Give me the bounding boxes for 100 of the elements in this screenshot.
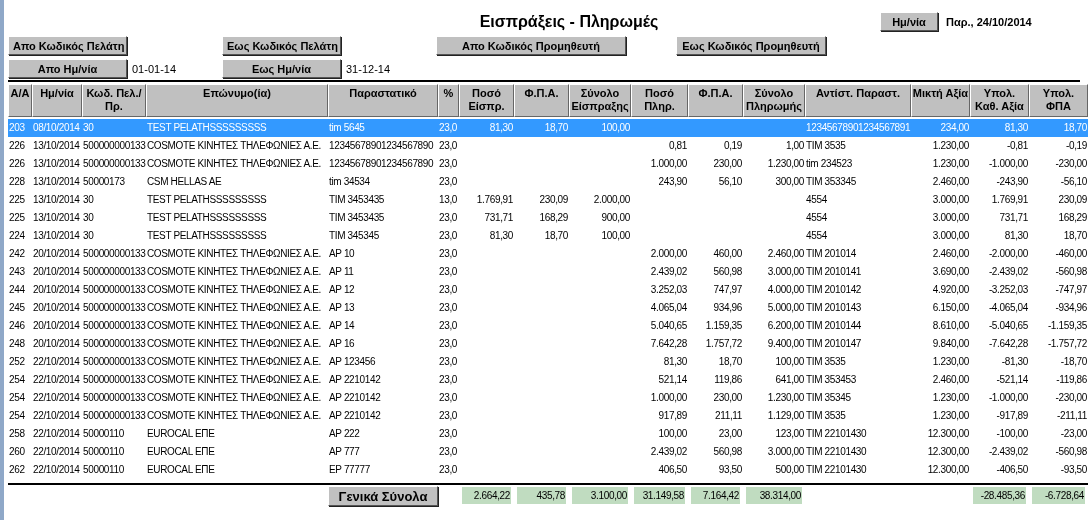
table-cell-text: -0,81: [1005, 139, 1029, 153]
table-cell-text: 56,10: [717, 175, 743, 189]
column-header[interactable]: Φ.Π.Α.: [688, 84, 743, 117]
column-header[interactable]: Ποσό Είσπρ.: [459, 84, 514, 117]
table-cell-text: 1.769,91: [475, 193, 514, 207]
total-value: 3.100,00: [572, 487, 628, 504]
table-cell-text: 226: [8, 139, 26, 153]
filter-button[interactable]: Απο Κωδικός Πελάτη: [8, 36, 127, 55]
table-cell-text: 248: [8, 337, 26, 351]
table-row[interactable]: 245 20/10/2014 500000000133COSMOTE ΚΙΝΗΤΕΣ ΤΗΛΕΦΩΝΙΕΣ Α.Ε. AP 13 23,0 4.065,04 934,96 5.000,00 TIM 2010143 6.150,00 -4.065,04 -934,96: [8, 299, 1088, 317]
table-cell-text: 731,71: [998, 211, 1029, 225]
table-cell-text: TIM 353453: [805, 373, 857, 387]
date-filter-button[interactable]: Απο Ημ/νία: [8, 59, 127, 78]
table-cell-text: 560,98: [712, 265, 743, 279]
table-cell-text: COSMOTE ΚΙΝΗΤΕΣ ΤΗΛΕΦΩΝΙΕΣ Α.Ε.: [146, 373, 323, 387]
table-cell-text: 3.000,00: [931, 193, 970, 207]
table-cell-text: TIM 2010141: [805, 265, 863, 279]
table-row[interactable]: 254 22/10/2014 500000000133COSMOTE ΚΙΝΗΤΕΣ ΤΗΛΕΦΩΝΙΕΣ Α.Ε. AP 2210142 23,0 1.000,00 230,00 1.230,00 TIM 35345 1.230,00 -1.000,00 -230,00: [8, 389, 1088, 407]
filter-button[interactable]: Εως Κωδικός Πελάτη: [222, 36, 341, 55]
table-cell-text: 243: [8, 265, 26, 279]
column-header[interactable]: Φ.Π.Α.: [514, 84, 569, 117]
column-header[interactable]: Ποσό Πληρ.: [631, 84, 688, 117]
table-row[interactable]: 258 22/10/2014 50000110 EUROCAL ΕΠΕ AP 222 23,0 100,00 23,00 123,00 TIM 22101430 12.300,00 -100,00 -23,00: [8, 425, 1088, 443]
table-row[interactable]: 242 20/10/2014 500000000133COSMOTE ΚΙΝΗΤΕΣ ΤΗΛΕΦΩΝΙΕΣ Α.Ε. AP 10 23,0 2.000,00 460,00 2.460,00 TIM 201014 2.460,00 -2.000,00 -460,00: [8, 245, 1088, 263]
table-cell-text: 50000110: [82, 445, 125, 459]
column-header[interactable]: Σύνολο Είσπραξης: [569, 84, 631, 117]
table-cell-text: -2.439,02: [987, 265, 1029, 279]
table-cell-text: tim 5645: [328, 121, 366, 135]
column-header[interactable]: Αντίστ. Παραστ.: [805, 84, 911, 117]
table-cell-text: 100,00: [600, 229, 631, 243]
table-cell-text: 2.460,00: [931, 247, 970, 261]
table-cell-text: AP 777: [328, 445, 361, 459]
table-row[interactable]: 262 22/10/2014 50000110 EUROCAL ΕΠΕ EP 77777 23,0 406,50 93,50 500,00 TIM 22101430 12.300,00 -406,50 -93,50: [8, 461, 1088, 479]
table-cell-text: -7.642,28: [987, 337, 1029, 351]
column-header[interactable]: Υπολ. ΦΠΑ: [1029, 84, 1088, 117]
table-row[interactable]: 246 20/10/2014 500000000133COSMOTE ΚΙΝΗΤΕΣ ΤΗΛΕΦΩΝΙΕΣ Α.Ε. AP 14 23,0 5.040,65 1.159,35 6.200,00 TIM 2010144 8.610,00 -5.040,65 -1.159,35: [8, 317, 1088, 335]
table-row[interactable]: 225 13/10/2014 30 TEST PELATHSSSSSSSSS TIM 3453435 23,0 731,71 168,29 900,00 4554 3.000,00 731,71 168,29: [8, 209, 1088, 227]
filter-button[interactable]: Εως Κωδικός Προμηθευτή: [676, 36, 826, 55]
table-cell-text: 18,70: [1062, 121, 1088, 135]
table-cell-text: TIM 3535: [805, 355, 847, 369]
column-header[interactable]: %: [438, 84, 459, 117]
table-cell-text: 30: [82, 121, 95, 135]
table-cell-text: TIM 353345: [805, 175, 857, 189]
column-header[interactable]: Παραστατικό: [328, 84, 438, 117]
table-cell-text: 23,0: [438, 139, 459, 153]
table-cell-text: TIM 3453435: [328, 193, 386, 207]
filter-button[interactable]: Απο Κωδικός Προμηθευτή: [436, 36, 626, 55]
table-cell-text: 4.065,04: [649, 301, 688, 315]
table-row[interactable]: 254 22/10/2014 500000000133COSMOTE ΚΙΝΗΤΕΣ ΤΗΛΕΦΩΝΙΕΣ Α.Ε. AP 2210142 23,0 917,89 211,11 1.129,00 TIM 3535 1.230,00 -917,89 -211,11: [8, 407, 1088, 425]
total-value: 2.664,22: [462, 487, 511, 504]
table-cell-text: 13/10/2014: [32, 157, 81, 171]
table-row[interactable]: 260 22/10/2014 50000110 EUROCAL ΕΠΕ AP 777 23,0 2.439,02 560,98 3.000,00 TIM 22101430 12.300,00 -2.439,02 -560,98: [8, 443, 1088, 461]
table-row[interactable]: 248 20/10/2014 500000000133COSMOTE ΚΙΝΗΤΕΣ ΤΗΛΕΦΩΝΙΕΣ Α.Ε. AP 16 23,0 7.642,28 1.757,72 9.400,00 TIM 2010147 9.840,00 -7.642,28 -1.757,72: [8, 335, 1088, 353]
table-cell-text: 6.150,00: [931, 301, 970, 315]
column-header[interactable]: Υπολ. Καθ. Αξία: [970, 84, 1029, 117]
table-cell-text: 1.230,00: [931, 157, 970, 171]
totals-button[interactable]: Γενικά Σύνολα: [328, 486, 438, 506]
table-row[interactable]: 252 22/10/2014 500000000133COSMOTE ΚΙΝΗΤΕΣ ΤΗΛΕΦΩΝΙΕΣ Α.Ε. AP 123456 23,0 81,30 18,70 100,00 TIM 3535 1.230,00 -81,30 -18,70: [8, 353, 1088, 371]
table-cell-text: 12.300,00: [926, 463, 970, 477]
table-cell-text: 23,0: [438, 427, 459, 441]
column-header[interactable]: Σύνολο Πληρωμής: [743, 84, 805, 117]
date-filter-button[interactable]: Εως Ημ/νία: [222, 59, 341, 78]
column-header[interactable]: Ημ/νία: [32, 84, 82, 117]
table-cell-text: AP 11: [328, 265, 355, 279]
table-row[interactable]: 254 22/10/2014 500000000133COSMOTE ΚΙΝΗΤΕΣ ΤΗΛΕΦΩΝΙΕΣ Α.Ε. AP 2210142 23,0 521,14 119,86 641,00 TIM 353453 2.460,00 -521,14 -119,86: [8, 371, 1088, 389]
date-button[interactable]: Ημ/νία: [880, 12, 938, 31]
table-row[interactable]: 226 13/10/2014 500000000133COSMOTE ΚΙΝΗΤΕΣ ΤΗΛΕΦΩΝΙΕΣ Α.Ε. 12345678901234567890 23,0 0,81 0,19 1,00 TIM 3535 1.230,00 -0,81 -0,19: [8, 137, 1088, 155]
table-row[interactable]: 243 20/10/2014 500000000133COSMOTE ΚΙΝΗΤΕΣ ΤΗΛΕΦΩΝΙΕΣ Α.Ε. AP 11 23,0 2.439,02 560,98 3.000,00 TIM 2010141 3.690,00 -2.439,02 -560,98: [8, 263, 1088, 281]
column-header[interactable]: Α/Α: [8, 84, 32, 117]
table-cell-text: 230,00: [712, 157, 743, 171]
column-header[interactable]: Κωδ. Πελ./Πρ.: [82, 84, 146, 117]
table-cell-text: -747,97: [1054, 283, 1088, 297]
table-row[interactable]: 228 13/10/2014 50000173 CSM HELLAS AE tim 34534 23,0 243,90 56,10 300,00 TIM 353345 2.460,00 -243,90 -56,10: [8, 173, 1088, 191]
table-cell-text: 18,70: [543, 121, 569, 135]
table-cell-text: COSMOTE ΚΙΝΗΤΕΣ ΤΗΛΕΦΩΝΙΕΣ Α.Ε.: [146, 247, 323, 261]
table-row[interactable]: 244 20/10/2014 500000000133COSMOTE ΚΙΝΗΤΕΣ ΤΗΛΕΦΩΝΙΕΣ Α.Ε. AP 12 23,0 3.252,03 747,97 4.000,00 TIM 2010142 4.920,00 -3.252,03 -747,97: [8, 281, 1088, 299]
table-cell-text: 123,00: [774, 427, 805, 441]
table-cell-text: 2.000,00: [592, 193, 631, 207]
table-row[interactable]: 224 13/10/2014 30 TEST PELATHSSSSSSSSS TIM 345345 23,0 81,30 18,70 100,00 4554 3.000,00 81,30 18,70: [8, 227, 1088, 245]
table-cell-text: 5.040,65: [649, 319, 688, 333]
table-cell-text: CSM HELLAS AE: [146, 175, 223, 189]
table-cell-text: TIM 22101430: [805, 427, 868, 441]
table-cell-text: 168,29: [538, 211, 569, 225]
table-cell-text: AP 222: [328, 427, 361, 441]
table-cell-text: 08/10/2014: [32, 121, 81, 135]
table-cell-text: -18,70: [1059, 355, 1088, 369]
table-cell-text: 1.230,00: [931, 409, 970, 423]
column-header[interactable]: Επώνυμο(ία): [146, 84, 328, 117]
table-row[interactable]: 225 13/10/2014 30 TEST PELATHSSSSSSSSS TIM 3453435 13,0 1.769,91 230,09 2.000,00 4554 3.000,00 1.769,91 230,09: [8, 191, 1088, 209]
table-cell-text: -1.000,00: [987, 391, 1029, 405]
table-cell-text: -1.757,72: [1046, 337, 1088, 351]
table-cell-text: 23,0: [438, 337, 459, 351]
table-cell-text: 500000000133: [82, 373, 146, 387]
table-cell-text: AP 12: [328, 283, 356, 297]
table-cell-text: 211,11: [714, 409, 743, 423]
column-header[interactable]: Μικτή Αξία: [911, 84, 970, 117]
table-cell-text: 13/10/2014: [32, 229, 81, 243]
table-cell-text: 3.252,03: [649, 283, 688, 297]
table-row[interactable]: 226 13/10/2014 500000000133COSMOTE ΚΙΝΗΤΕΣ ΤΗΛΕΦΩΝΙΕΣ Α.Ε. 12345678901234567890 23,0 1.000,00 230,00 1.230,00 tim 234523 1.230,00 -1.000,00 -230,00: [8, 155, 1088, 173]
table-cell-text: 5.000,00: [766, 301, 805, 315]
